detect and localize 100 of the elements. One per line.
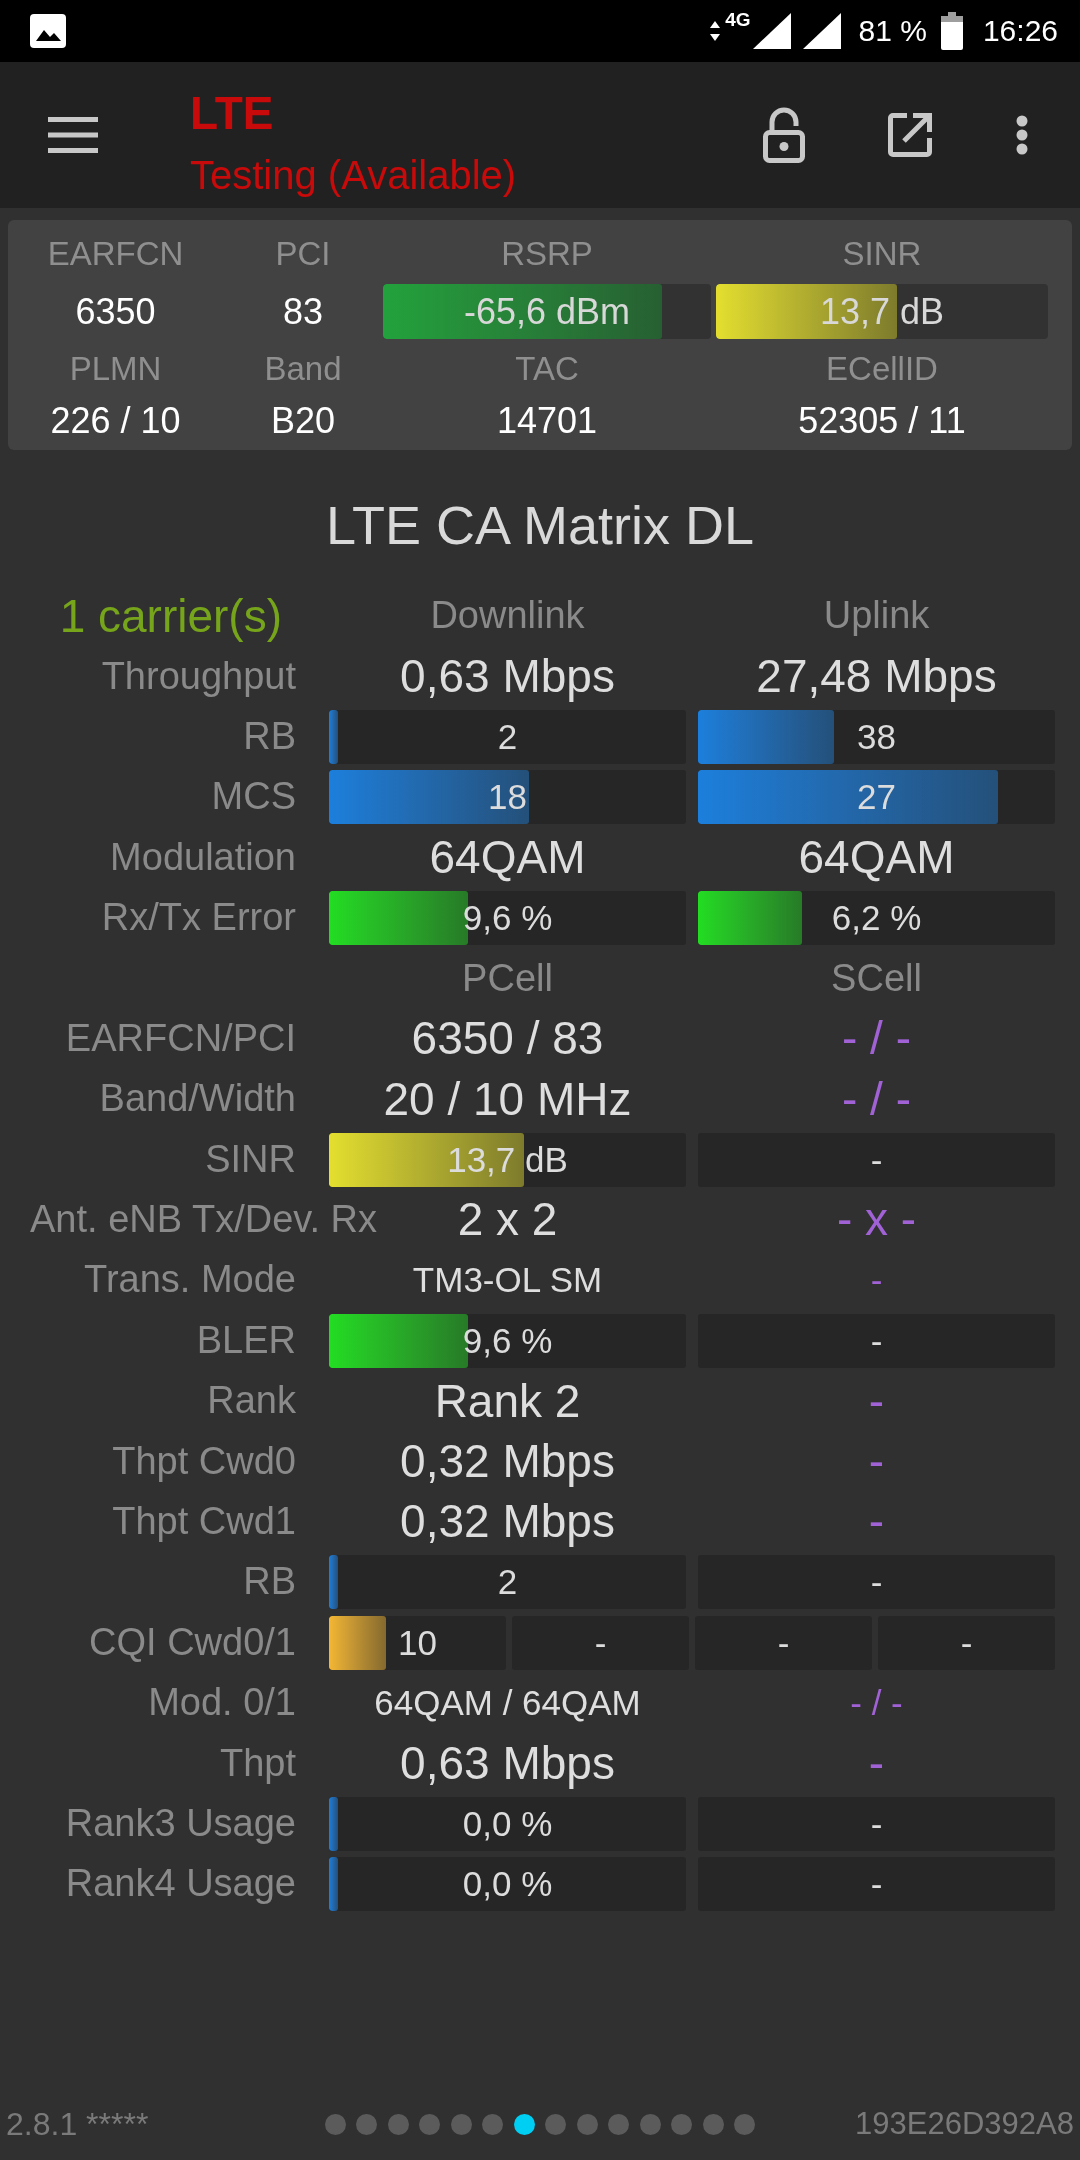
row-label: Ant. eNB Tx/Dev. Rx	[30, 1198, 378, 1242]
cell-value: - / -	[842, 1072, 911, 1126]
info-value: 226 / 10	[50, 399, 181, 443]
bar-value: -	[777, 1622, 790, 1663]
cell-value: 2 x 2	[457, 1193, 558, 1247]
signal-icon	[802, 13, 841, 49]
toolbar-title: LTE	[190, 88, 274, 138]
bar-value: 6,2 %	[831, 897, 922, 938]
info-label: SINR	[842, 234, 922, 274]
bar-value: -	[870, 1864, 883, 1905]
bar-value: 2	[497, 1562, 518, 1603]
data-arrows-icon	[709, 19, 722, 43]
cell-value: - x -	[836, 1193, 917, 1247]
column-header: Uplink	[823, 594, 930, 638]
version-label: 2.8.1 *****	[6, 2105, 149, 2143]
info-label: TAC	[515, 349, 579, 389]
row-label: RB	[243, 714, 296, 759]
cell-value: -	[868, 1374, 885, 1428]
bar-value: 27	[857, 777, 896, 818]
row-label: Rank3 Usage	[65, 1801, 296, 1846]
cell-value: - / -	[850, 1682, 903, 1724]
row-label: Thpt Cwd0	[112, 1439, 296, 1484]
cell-value: 64QAM	[429, 831, 586, 884]
battery-percent: 81 %	[858, 14, 927, 48]
info-label: PLMN	[69, 349, 162, 389]
cell-value: 64QAM / 64QAM	[374, 1682, 641, 1724]
column-header: PCell	[462, 956, 553, 1001]
cell-value: 0,63 Mbps	[400, 649, 615, 703]
cell-value: -	[870, 1260, 883, 1301]
cell-value: Rank 2	[434, 1374, 581, 1428]
bar-value: 9,6 %	[462, 1320, 553, 1361]
bar-value: -	[870, 1803, 883, 1844]
info-value: 83	[282, 289, 323, 334]
bar-value: 0,0 %	[462, 1864, 553, 1905]
info-value: 52305 / 11	[798, 399, 966, 443]
bar-value: 13,7 dB	[447, 1139, 568, 1180]
row-label: BLER	[196, 1318, 296, 1363]
info-value: B20	[270, 399, 336, 443]
cell-value: - / -	[842, 1012, 911, 1066]
menu-icon[interactable]	[48, 117, 98, 153]
row-label: Rank4 Usage	[65, 1862, 296, 1907]
row-label: Throughput	[101, 654, 296, 699]
row-label: Thpt	[219, 1741, 296, 1786]
column-header: Downlink	[430, 594, 585, 638]
row-label: Rx/Tx Error	[101, 896, 296, 940]
cell-value: 0,63 Mbps	[400, 1736, 615, 1790]
bar-value: -	[960, 1622, 973, 1663]
bar-value: 13,7 dB	[819, 290, 945, 333]
bar-value: 38	[857, 716, 896, 757]
cell-value: 20 / 10 MHz	[383, 1072, 632, 1126]
carrier-count: 1 carrier(s)	[59, 589, 282, 643]
row-label: CQI Cwd0/1	[89, 1620, 296, 1665]
info-label: RSRP	[501, 234, 593, 274]
bar-value: -	[870, 1562, 883, 1603]
row-label: RB	[243, 1560, 296, 1605]
cell-value: -	[868, 1495, 885, 1549]
signal-icon	[752, 13, 791, 49]
cell-value: TM3-OL SM	[412, 1260, 603, 1301]
info-value: 14701	[496, 399, 598, 443]
bar-value: -	[870, 1320, 883, 1361]
info-label: EARFCN	[47, 234, 184, 274]
padlock-icon[interactable]	[762, 107, 806, 163]
cell-value: -	[868, 1435, 885, 1488]
info-label: Band	[264, 349, 342, 389]
row-label: SINR	[205, 1137, 296, 1182]
bar-value: 18	[488, 777, 527, 818]
cell-value: 27,48 Mbps	[756, 649, 997, 703]
row-label: MCS	[211, 775, 296, 819]
row-label: Band/Width	[99, 1077, 296, 1121]
row-label: Rank	[207, 1379, 296, 1423]
row-label: EARFCN/PCI	[65, 1016, 296, 1061]
row-label: Modulation	[110, 835, 296, 880]
bar-value: -65,6 dBm	[463, 290, 631, 333]
battery-icon	[940, 12, 963, 50]
cell-value: 0,32 Mbps	[400, 1435, 615, 1488]
row-label: Mod. 0/1	[148, 1681, 296, 1725]
toolbar-subtitle: Testing (Available)	[190, 152, 517, 198]
column-header: SCell	[831, 956, 922, 1001]
matrix-title: LTE CA Matrix DL	[325, 494, 755, 557]
info-label: PCI	[275, 234, 331, 274]
bar-value: -	[870, 1139, 883, 1180]
clock: 16:26	[982, 14, 1058, 48]
device-id: 193E26D392A8	[855, 2106, 1074, 2142]
row-label: Thpt Cwd1	[112, 1500, 296, 1544]
more-options-icon[interactable]	[1014, 115, 1030, 155]
cell-value: 6350 / 83	[411, 1012, 604, 1066]
cell-value: -	[868, 1736, 885, 1790]
bar-value: 10	[398, 1622, 437, 1663]
bar-value: 0,0 %	[462, 1803, 553, 1844]
info-value: 6350	[75, 289, 156, 334]
row-label: Trans. Mode	[84, 1258, 296, 1303]
bar-value: -	[594, 1622, 607, 1663]
info-label: ECellID	[826, 349, 938, 389]
cell-value: 0,32 Mbps	[400, 1495, 615, 1549]
image-icon	[30, 14, 66, 48]
cell-value: 64QAM	[798, 831, 955, 884]
bar-value: 2	[497, 716, 518, 757]
network-type-label: 4G	[725, 10, 751, 30]
open-external-icon[interactable]	[886, 111, 934, 159]
bar-value: 9,6 %	[462, 897, 553, 938]
